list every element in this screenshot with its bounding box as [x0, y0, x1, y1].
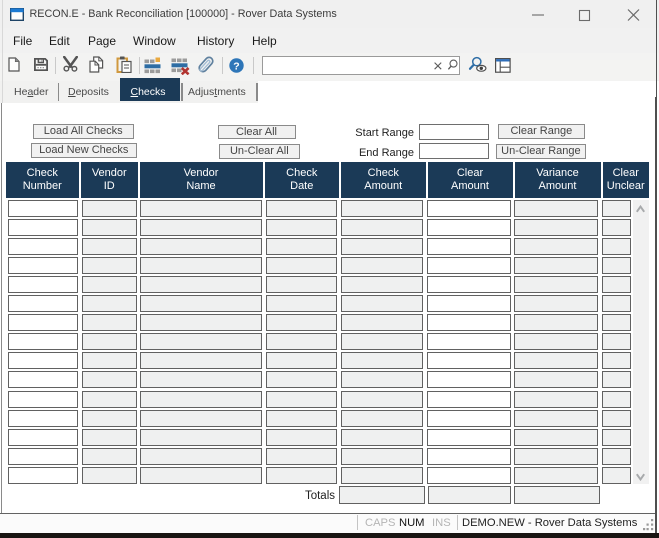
- svg-text:?: ?: [233, 60, 239, 72]
